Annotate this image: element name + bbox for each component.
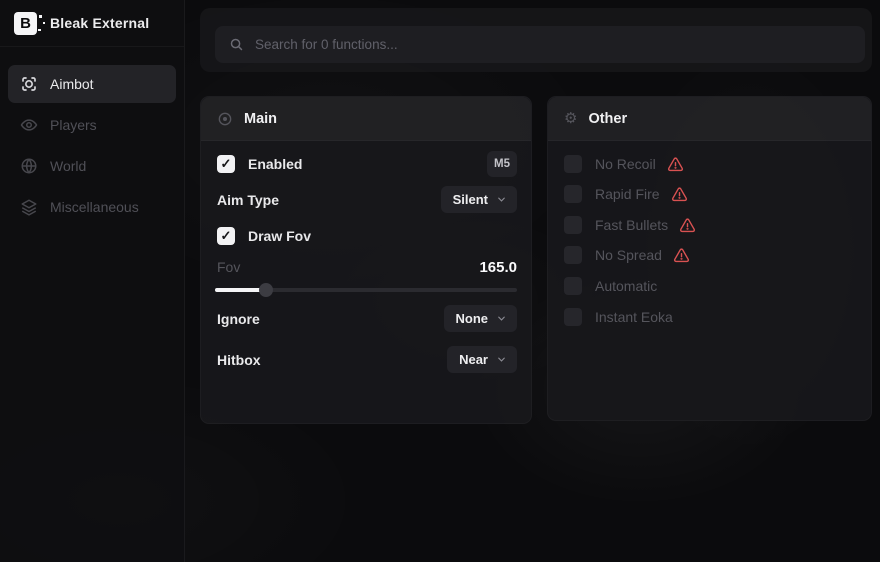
hitbox-label: Hitbox: [217, 352, 261, 368]
search-input[interactable]: Search for 0 functions...: [215, 26, 865, 63]
check-icon: ✓: [221, 228, 232, 244]
rapid-fire-row: Rapid Fire: [564, 185, 857, 203]
sidebar-item-aimbot[interactable]: Aimbot: [8, 65, 176, 103]
instant-eoka-row: Instant Eoka: [564, 308, 857, 326]
sidebar-item-label: Miscellaneous: [50, 199, 139, 215]
warning-icon: [679, 217, 696, 234]
draw-fov-label: Draw Fov: [248, 228, 311, 244]
sidebar-nav: Aimbot Players World: [0, 47, 184, 226]
enabled-label: Enabled: [248, 156, 302, 172]
sidebar-item-label: Aimbot: [50, 76, 94, 92]
globe-icon: [20, 157, 38, 175]
gear-icon: ⚙: [564, 111, 577, 126]
fov-slider[interactable]: [215, 283, 517, 297]
no-spread-row: No Spread: [564, 246, 857, 264]
fov-label: Fov: [217, 259, 240, 275]
eye-icon: [20, 116, 38, 134]
chevron-down-icon: [496, 194, 507, 205]
fast-bullets-row: Fast Bullets: [564, 216, 857, 234]
main-panel-header: Main: [201, 97, 531, 141]
other-panel: ⚙ Other No Recoil Rapid Fire: [547, 96, 872, 421]
crosshair-icon: [20, 75, 38, 93]
instant-eoka-checkbox[interactable]: [564, 308, 582, 326]
sidebar: B Bleak External Aimbot: [0, 0, 185, 562]
app-title: Bleak External: [50, 15, 149, 31]
panel-title: Other: [588, 111, 627, 127]
check-icon: ✓: [221, 156, 232, 172]
search-container: Search for 0 functions...: [200, 8, 872, 72]
search-icon: [229, 37, 244, 52]
main-panel: Main ✓ Enabled M5 Aim Type Silent ✓: [200, 96, 532, 424]
aim-type-label: Aim Type: [217, 192, 279, 208]
rapid-fire-checkbox[interactable]: [564, 185, 582, 203]
sidebar-item-miscellaneous[interactable]: Miscellaneous: [8, 188, 176, 226]
panel-title: Main: [244, 111, 277, 127]
logo-fragment: [39, 15, 42, 18]
chevron-down-icon: [496, 313, 507, 324]
draw-fov-checkbox[interactable]: ✓: [217, 227, 235, 245]
slider-thumb[interactable]: [259, 283, 273, 297]
sidebar-item-players[interactable]: Players: [8, 106, 176, 144]
keybind-badge[interactable]: M5: [487, 151, 517, 177]
sidebar-item-world[interactable]: World: [8, 147, 176, 185]
fov-value: 165.0: [479, 259, 517, 276]
no-spread-checkbox[interactable]: [564, 246, 582, 264]
hitbox-row: Hitbox Near: [217, 346, 517, 373]
ignore-dropdown[interactable]: None: [444, 305, 518, 332]
layers-icon: [20, 198, 38, 216]
other-panel-header: ⚙ Other: [548, 97, 871, 141]
logo-fragment: [43, 22, 45, 24]
warning-icon: [673, 247, 690, 264]
enabled-row: ✓ Enabled M5: [217, 151, 517, 177]
draw-fov-row: ✓ Draw Fov: [217, 223, 517, 249]
ignore-label: Ignore: [217, 311, 260, 327]
automatic-row: Automatic: [564, 277, 857, 295]
warning-icon: [671, 186, 688, 203]
fast-bullets-checkbox[interactable]: [564, 216, 582, 234]
chevron-down-icon: [496, 354, 507, 365]
app-logo: B: [14, 12, 37, 35]
hitbox-dropdown[interactable]: Near: [447, 346, 517, 373]
sidebar-header: B Bleak External: [0, 0, 184, 47]
fov-row: Fov 165.0: [217, 258, 517, 276]
no-recoil-label: No Recoil: [595, 156, 656, 172]
dropdown-value: Silent: [453, 192, 488, 207]
enabled-checkbox[interactable]: ✓: [217, 155, 235, 173]
no-spread-label: No Spread: [595, 247, 662, 263]
sidebar-item-label: World: [50, 158, 86, 174]
dropdown-value: Near: [459, 352, 488, 367]
dropdown-value: None: [456, 311, 489, 326]
no-recoil-row: No Recoil: [564, 155, 857, 173]
no-recoil-checkbox[interactable]: [564, 155, 582, 173]
sidebar-item-label: Players: [50, 117, 97, 133]
rapid-fire-label: Rapid Fire: [595, 186, 660, 202]
fast-bullets-label: Fast Bullets: [595, 217, 668, 233]
search-placeholder: Search for 0 functions...: [255, 37, 398, 52]
automatic-checkbox[interactable]: [564, 277, 582, 295]
instant-eoka-label: Instant Eoka: [595, 309, 673, 325]
target-icon: [217, 111, 233, 127]
aim-type-dropdown[interactable]: Silent: [441, 186, 517, 213]
content-area: Search for 0 functions... Main ✓ Enabled…: [185, 0, 880, 562]
automatic-label: Automatic: [595, 278, 657, 294]
logo-fragment: [38, 29, 41, 31]
logo-letter: B: [20, 15, 31, 32]
warning-icon: [667, 156, 684, 173]
aim-type-row: Aim Type Silent: [217, 186, 517, 213]
ignore-row: Ignore None: [217, 305, 517, 332]
